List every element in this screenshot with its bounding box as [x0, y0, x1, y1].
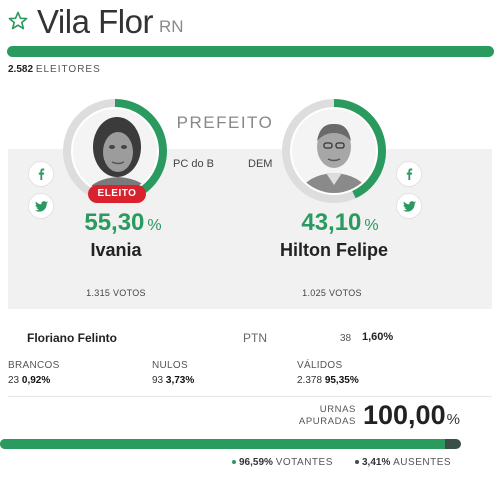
voters-label: ELEITORES	[35, 64, 101, 75]
candidate-1-twitter-icon[interactable]	[28, 193, 54, 219]
voters-count: 2.582 ELEITORES	[8, 64, 101, 75]
favorite-star-icon[interactable]	[8, 11, 28, 31]
state-code: RN	[159, 17, 184, 36]
brancos-label: BRANCOS	[8, 360, 60, 371]
urnas-label-line1: URNAS	[319, 404, 356, 415]
validos-percent: 95,35%	[324, 375, 359, 386]
urnas-percent-unit: %	[446, 411, 460, 428]
candidate-1-percent: 55,30%	[53, 209, 193, 237]
candidate-1-votes: 1.315 VOTOS	[46, 288, 186, 298]
candidate-1-name[interactable]: Ivania	[36, 240, 196, 261]
nulos-count: 93	[152, 375, 164, 386]
other-candidate-party: PTN	[243, 331, 267, 345]
candidate-2-percent-unit: %	[364, 217, 379, 234]
candidate-1-votes-label: VOTOS	[113, 288, 146, 298]
candidate-1-facebook-icon[interactable]	[28, 161, 54, 187]
other-candidate-name[interactable]: Floriano Felinto	[27, 331, 117, 345]
ausentes-percent: 3,41%	[362, 457, 391, 468]
nulos-value: 93 3,73%	[152, 375, 194, 386]
candidate-2-photo	[292, 109, 376, 193]
nulos-percent: 3,73%	[165, 375, 195, 386]
ausentes-dot-icon	[355, 460, 359, 465]
brancos-value: 23 0,92%	[8, 375, 50, 386]
candidate-2-facebook-icon[interactable]	[396, 161, 422, 187]
stats-divider	[8, 396, 492, 397]
votantes-percent: 96,59%	[239, 457, 273, 468]
ausentes-label: AUSENTES	[393, 457, 452, 468]
voters-bar	[7, 46, 494, 57]
votantes-label: VOTANTES	[275, 457, 333, 468]
validos-count: 2.378	[297, 375, 323, 386]
candidate-2-avatar-ring[interactable]	[280, 97, 388, 210]
candidate-2-votes-value: 1.025	[302, 288, 327, 298]
votantes-dot-icon	[232, 460, 236, 465]
candidate-1-percent-unit: %	[147, 217, 162, 234]
voters-number: 2.582	[8, 64, 34, 75]
brancos-percent: 0,92%	[21, 375, 51, 386]
turnout-bar-fill	[0, 439, 446, 449]
ausentes-stat: 3,41% AUSENTES	[355, 457, 451, 468]
candidate-2-party: DEM	[248, 158, 273, 170]
candidate-2-name[interactable]: Hilton Felipe	[254, 240, 414, 261]
validos-value: 2.378 95,35%	[297, 375, 359, 386]
candidate-1-percent-value: 55,30	[84, 209, 145, 236]
turnout-bar	[0, 439, 461, 449]
candidate-1-votes-value: 1.315	[86, 288, 111, 298]
votantes-stat: 96,59% VOTANTES	[232, 457, 333, 468]
office-title: PREFEITO	[176, 113, 274, 132]
urnas-label-line2: APURADAS	[298, 416, 356, 427]
other-candidate-percent: 1,60%	[362, 331, 394, 343]
other-candidate-votes: 38	[340, 333, 352, 344]
candidate-2-percent: 43,10%	[270, 209, 410, 237]
candidate-2-percent-value: 43,10	[301, 209, 362, 236]
urnas-value: 100,00%	[363, 400, 460, 431]
candidate-2-progress-ring	[282, 99, 386, 203]
urnas-label: URNAS APURADAS	[290, 404, 356, 428]
nulos-label: NULOS	[152, 360, 188, 371]
elected-badge: ELEITO	[88, 185, 146, 203]
candidate-1-party: PC do B	[173, 158, 214, 170]
city-name: Vila Flor	[37, 3, 153, 40]
candidate-2-votes-label: VOTOS	[329, 288, 362, 298]
urnas-percent-value: 100,00	[363, 400, 446, 430]
brancos-count: 23	[8, 375, 20, 386]
validos-label: VÁLIDOS	[297, 360, 343, 371]
candidate-2-votes: 1.025 VOTOS	[262, 288, 402, 298]
